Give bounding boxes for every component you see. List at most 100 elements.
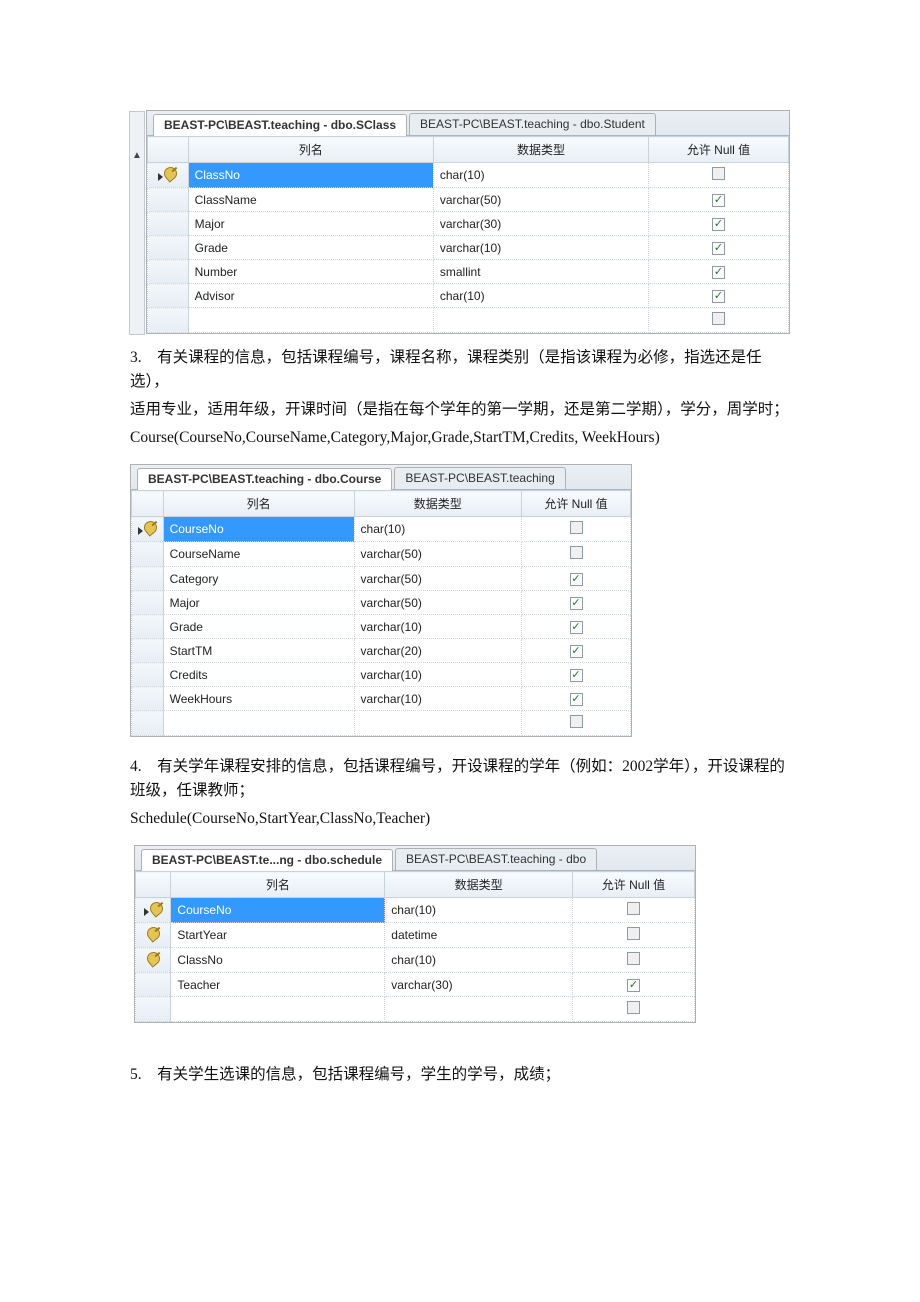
allow-null-checkbox[interactable] (627, 952, 640, 965)
cell-data-type[interactable] (354, 711, 522, 736)
tab-schedule[interactable]: BEAST-PC\BEAST.te...ng - dbo.schedule (141, 849, 393, 871)
cell-data-type[interactable]: datetime (385, 923, 573, 948)
table-row[interactable]: ClassNochar(10) (148, 163, 789, 188)
col-header-name[interactable]: 列名 (171, 872, 385, 898)
cell-data-type[interactable] (433, 308, 648, 333)
cell-column-name[interactable]: Major (163, 591, 354, 615)
row-gutter[interactable] (132, 542, 164, 567)
cell-column-name[interactable]: Number (188, 260, 433, 284)
table-row[interactable]: Majorvarchar(50)✓ (132, 591, 631, 615)
cell-allow-null[interactable]: ✓ (572, 973, 694, 997)
row-gutter[interactable] (132, 687, 164, 711)
table-row[interactable]: ClassNochar(10) (136, 948, 695, 973)
row-gutter[interactable] (148, 236, 189, 260)
row-gutter[interactable] (148, 260, 189, 284)
cell-data-type[interactable]: varchar(10) (354, 687, 522, 711)
cell-data-type[interactable]: char(10) (385, 898, 573, 923)
row-gutter[interactable] (148, 188, 189, 212)
row-gutter[interactable] (136, 997, 171, 1022)
table-row-empty[interactable] (136, 997, 695, 1022)
cell-column-name[interactable]: Advisor (188, 284, 433, 308)
cell-column-name[interactable]: Credits (163, 663, 354, 687)
cell-column-name[interactable]: WeekHours (163, 687, 354, 711)
col-header-type[interactable]: 数据类型 (354, 491, 522, 517)
cell-data-type[interactable]: varchar(50) (354, 567, 522, 591)
cell-allow-null[interactable] (522, 542, 631, 567)
cell-column-name[interactable]: ClassName (188, 188, 433, 212)
row-gutter[interactable] (136, 948, 171, 973)
allow-null-checkbox[interactable]: ✓ (627, 979, 640, 992)
row-gutter[interactable] (132, 567, 164, 591)
table-row[interactable]: Gradevarchar(10)✓ (148, 236, 789, 260)
cell-allow-null[interactable] (649, 308, 789, 333)
cell-allow-null[interactable] (572, 898, 694, 923)
allow-null-checkbox[interactable] (712, 167, 725, 180)
table-row-empty[interactable] (148, 308, 789, 333)
table-row[interactable]: CourseNamevarchar(50) (132, 542, 631, 567)
cell-data-type[interactable]: char(10) (385, 948, 573, 973)
cell-column-name[interactable]: ClassNo (188, 163, 433, 188)
tab-student[interactable]: BEAST-PC\BEAST.teaching - dbo.Student (409, 113, 656, 135)
cell-allow-null[interactable]: ✓ (649, 212, 789, 236)
cell-allow-null[interactable]: ✓ (522, 567, 631, 591)
allow-null-checkbox[interactable] (570, 715, 583, 728)
table-row[interactable]: CourseNochar(10) (136, 898, 695, 923)
table-row[interactable]: ClassNamevarchar(50)✓ (148, 188, 789, 212)
cell-column-name[interactable]: StartTM (163, 639, 354, 663)
row-gutter[interactable] (132, 639, 164, 663)
allow-null-checkbox[interactable]: ✓ (570, 645, 583, 658)
cell-column-name[interactable]: CourseNo (163, 517, 354, 542)
cell-column-name[interactable]: StartYear (171, 923, 385, 948)
table-row[interactable]: StartYeardatetime (136, 923, 695, 948)
allow-null-checkbox[interactable]: ✓ (570, 669, 583, 682)
cell-allow-null[interactable]: ✓ (522, 687, 631, 711)
table-row[interactable]: Categoryvarchar(50)✓ (132, 567, 631, 591)
row-gutter[interactable] (136, 973, 171, 997)
cell-column-name[interactable]: Teacher (171, 973, 385, 997)
cell-allow-null[interactable]: ✓ (649, 284, 789, 308)
cell-column-name[interactable]: Major (188, 212, 433, 236)
cell-data-type[interactable]: varchar(30) (433, 212, 648, 236)
table-row[interactable]: WeekHoursvarchar(10)✓ (132, 687, 631, 711)
cell-column-name[interactable]: CourseName (163, 542, 354, 567)
col-header-null[interactable]: 允许 Null 值 (572, 872, 694, 898)
allow-null-checkbox[interactable] (627, 1001, 640, 1014)
cell-allow-null[interactable]: ✓ (649, 188, 789, 212)
allow-null-checkbox[interactable]: ✓ (570, 621, 583, 634)
row-gutter[interactable] (132, 711, 164, 736)
cell-column-name[interactable]: Grade (188, 236, 433, 260)
row-gutter[interactable] (136, 923, 171, 948)
cell-column-name[interactable] (188, 308, 433, 333)
col-header-name[interactable]: 列名 (188, 137, 433, 163)
row-gutter[interactable] (148, 284, 189, 308)
cell-data-type[interactable]: char(10) (354, 517, 522, 542)
cell-allow-null[interactable] (572, 997, 694, 1022)
cell-allow-null[interactable]: ✓ (522, 615, 631, 639)
table-row[interactable]: Advisorchar(10)✓ (148, 284, 789, 308)
allow-null-checkbox[interactable] (712, 312, 725, 325)
cell-allow-null[interactable]: ✓ (649, 260, 789, 284)
cell-column-name[interactable]: Grade (163, 615, 354, 639)
row-gutter[interactable] (136, 898, 171, 923)
cell-allow-null[interactable] (522, 711, 631, 736)
cell-data-type[interactable]: varchar(50) (354, 591, 522, 615)
cell-allow-null[interactable]: ✓ (522, 591, 631, 615)
cell-column-name[interactable]: CourseNo (171, 898, 385, 923)
cell-data-type[interactable]: varchar(30) (385, 973, 573, 997)
row-gutter[interactable] (148, 163, 189, 188)
allow-null-checkbox[interactable]: ✓ (712, 242, 725, 255)
table-row[interactable]: CourseNochar(10) (132, 517, 631, 542)
cell-column-name[interactable] (163, 711, 354, 736)
cell-allow-null[interactable] (649, 163, 789, 188)
cell-data-type[interactable]: varchar(20) (354, 639, 522, 663)
table-row[interactable]: Majorvarchar(30)✓ (148, 212, 789, 236)
row-gutter[interactable] (132, 591, 164, 615)
row-gutter[interactable] (132, 517, 164, 542)
table-row[interactable]: Creditsvarchar(10)✓ (132, 663, 631, 687)
cell-allow-null[interactable] (522, 517, 631, 542)
row-gutter[interactable] (132, 615, 164, 639)
table-row-empty[interactable] (132, 711, 631, 736)
allow-null-checkbox[interactable] (570, 521, 583, 534)
cell-data-type[interactable]: char(10) (433, 284, 648, 308)
allow-null-checkbox[interactable] (627, 902, 640, 915)
